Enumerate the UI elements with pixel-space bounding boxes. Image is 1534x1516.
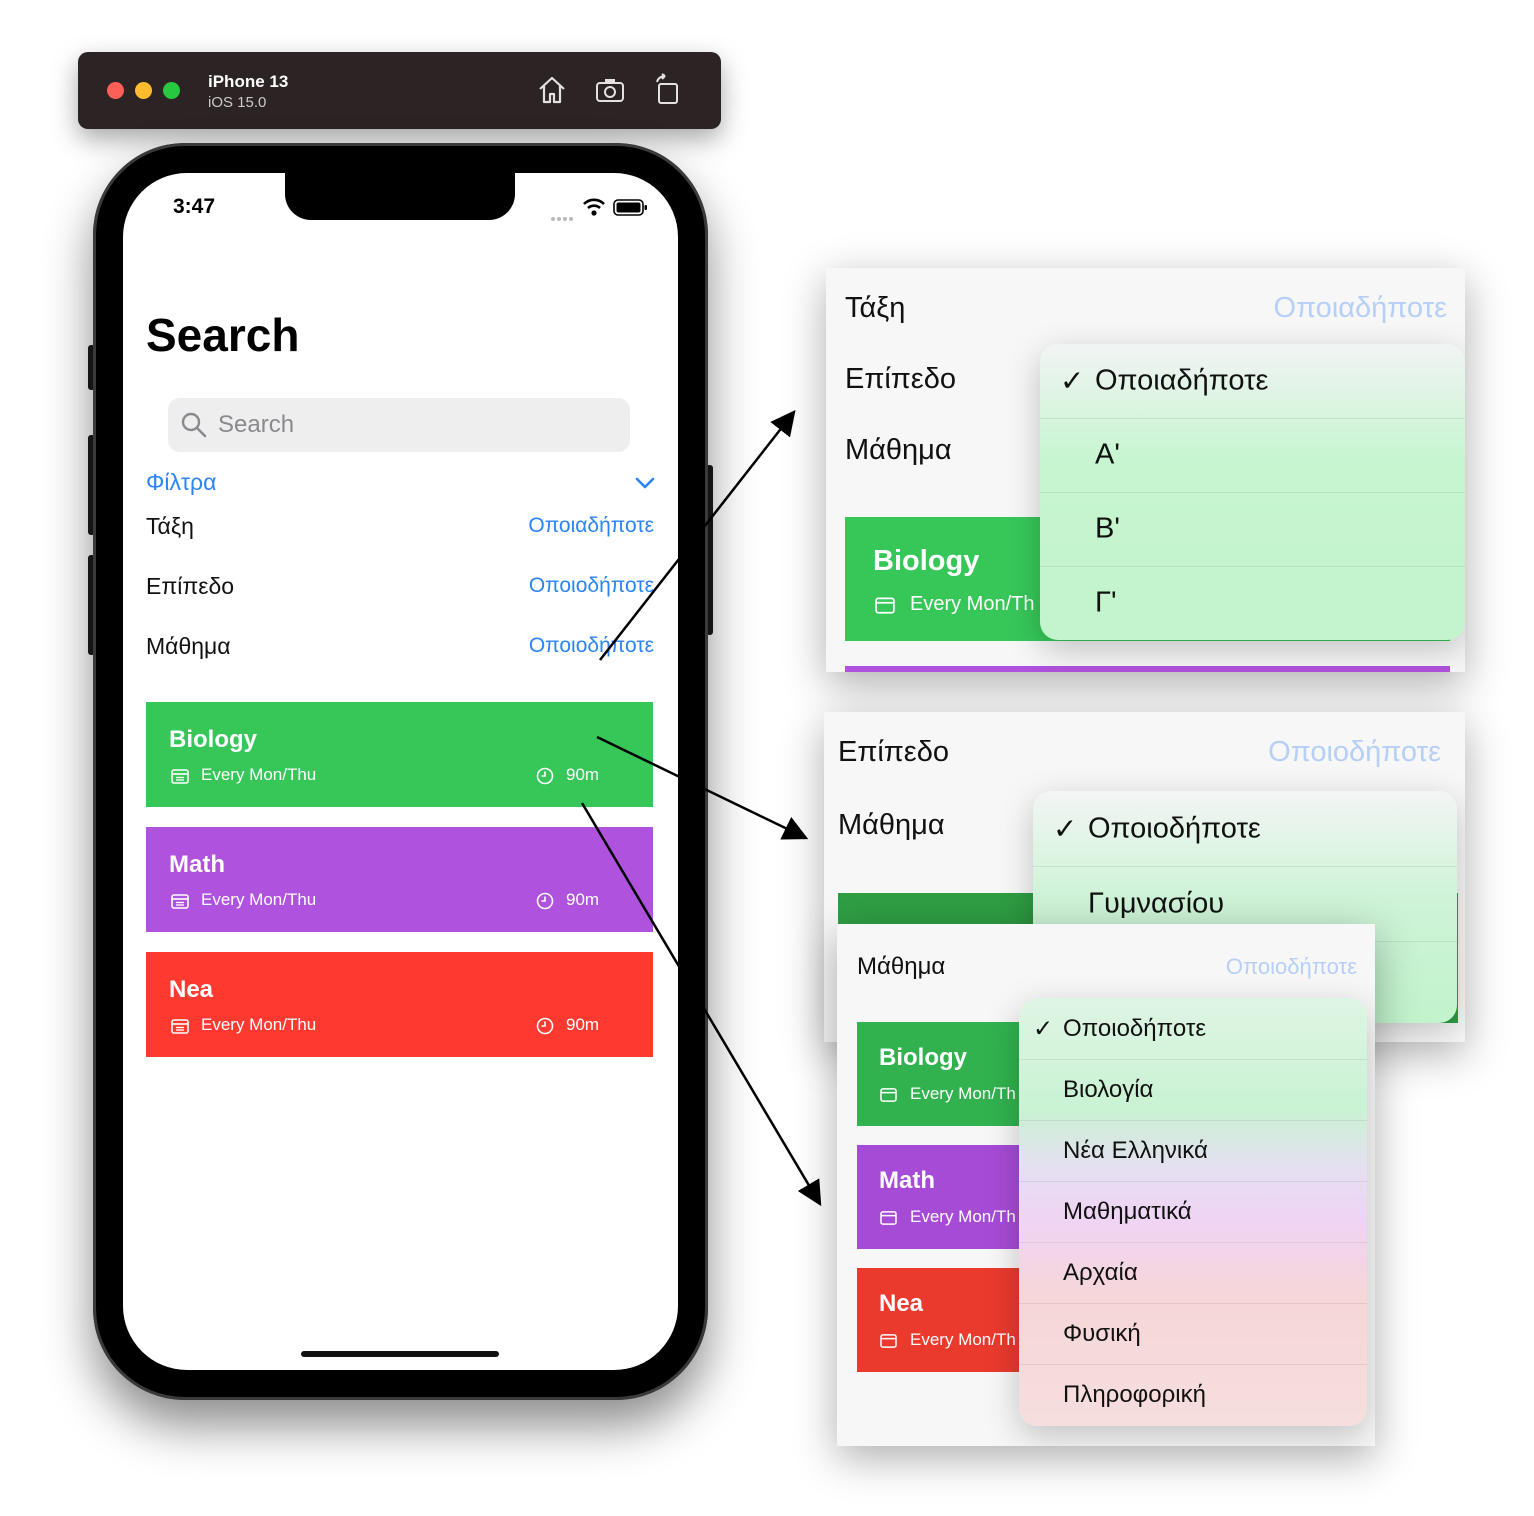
course-title: Biology (879, 1044, 967, 1071)
course-schedule: Every Mon/Thu (201, 765, 317, 784)
course-duration: 90m (566, 765, 600, 784)
menu-item-c[interactable]: Γ' (1040, 566, 1465, 640)
search-placeholder: Search (218, 411, 295, 438)
calendar-icon (171, 768, 189, 789)
menu-item-fysiki[interactable]: Φυσική (1019, 1303, 1367, 1365)
home-icon[interactable] (534, 72, 570, 108)
status-time: 3:47 (173, 195, 216, 218)
panel-label-mathima: Μάθημα (845, 434, 952, 466)
filter-label-taxi: Τάξη (146, 513, 194, 539)
panel-label-taxi: Τάξη (845, 292, 906, 324)
home-indicator[interactable] (301, 1351, 499, 1357)
filter-label-epipedo: Επίπεδο (146, 573, 235, 599)
page-title: Search (146, 309, 300, 361)
course-title: Math (169, 851, 225, 878)
menu-item-pliroforiki[interactable]: Πληροφορική (1019, 1364, 1367, 1426)
course-card-math[interactable]: Math Every Mon/Th (857, 1145, 1037, 1249)
search-icon (180, 411, 208, 444)
rotate-icon[interactable] (650, 72, 686, 108)
filter-label-mathima: Μάθημα (146, 633, 231, 659)
panel-value-epipedo[interactable]: Οποιοδήποτε (1268, 736, 1441, 769)
mathima-dropdown-menu: ✓ Οποιοδήποτε Βιολογία Νέα Ελληνικά Μαθη… (1019, 998, 1367, 1426)
panel-label-epipedo: Επίπεδο (838, 736, 950, 768)
course-card-biology[interactable]: Biology Every Mon/Thu 90m (146, 702, 653, 807)
clock-icon (536, 767, 554, 790)
course-schedule: Every Mon/Thu (201, 1015, 317, 1034)
panel-value-taxi[interactable]: Οποιαδήποτε (1274, 292, 1447, 325)
calendar-icon (171, 1018, 189, 1039)
course-card-nea[interactable]: Nea Every Mon/Th (857, 1268, 1037, 1372)
menu-item-mathimatika[interactable]: Μαθηματικά (1019, 1181, 1367, 1243)
menu-item-any[interactable]: ✓ Οποιοδήποτε (1019, 998, 1367, 1060)
minimize-window-button[interactable] (135, 82, 152, 99)
simulator-title-bar: iPhone 13 iOS 15.0 (78, 52, 721, 129)
chevron-down-icon[interactable] (635, 476, 655, 495)
course-title: Math (879, 1167, 935, 1194)
menu-item-viologia[interactable]: Βιολογία (1019, 1059, 1367, 1121)
filters-header[interactable]: Φίλτρα (146, 469, 216, 496)
course-schedule: Every Mon/Thu (201, 890, 317, 909)
course-schedule: Every Mon/Th (910, 1330, 1016, 1349)
checkmark-icon: ✓ (1060, 365, 1085, 398)
close-window-button[interactable] (107, 82, 124, 99)
calendar-icon (880, 1087, 897, 1107)
course-title: Nea (879, 1290, 924, 1317)
course-title: Biology (169, 726, 257, 753)
wifi-icon (582, 197, 606, 222)
course-title: Nea (169, 976, 214, 1003)
menu-item-archaia[interactable]: Αρχαία (1019, 1242, 1367, 1304)
menu-item-nea-ellinika[interactable]: Νέα Ελληνικά (1019, 1120, 1367, 1182)
simulator-os-version: iOS 15.0 (208, 94, 267, 111)
mathima-picker-panel: Μάθημα Οποιοδήποτε Biology Every Mon/Th … (837, 924, 1375, 1446)
notch (285, 173, 515, 220)
checkmark-icon: ✓ (1053, 813, 1078, 845)
simulator-device-name: iPhone 13 (208, 72, 289, 91)
course-schedule: Every Mon/Th (910, 1207, 1016, 1226)
checkmark-icon: ✓ (1033, 1015, 1054, 1042)
iphone-frame: 3:47 Search Search Φίλτρα Τάξη Οποιαδήπο… (93, 143, 708, 1400)
filter-value-taxi[interactable]: Οποιαδήποτε (528, 514, 654, 538)
menu-item-any[interactable]: ✓ Οποιοδήποτε (1033, 791, 1457, 867)
battery-icon (613, 199, 649, 222)
filter-value-mathima[interactable]: Οποιοδήποτε (529, 634, 654, 658)
phone-screen: 3:47 Search Search Φίλτρα Τάξη Οποιαδήπο… (123, 173, 678, 1370)
signal-icon (550, 209, 576, 227)
taxi-dropdown-menu: ✓ Οποιαδήποτε Α' Β' Γ' (1040, 344, 1465, 640)
menu-item-b[interactable]: Β' (1040, 492, 1465, 567)
course-card-math[interactable]: Math Every Mon/Thu 90m (146, 827, 653, 932)
menu-item-any[interactable]: ✓ Οποιαδήποτε (1040, 344, 1465, 419)
panel-label-mathima: Μάθημα (838, 809, 945, 841)
panel-value-mathima[interactable]: Οποιοδήποτε (1226, 954, 1357, 980)
zoom-window-button[interactable] (163, 82, 180, 99)
panel-label-epipedo: Επίπεδο (845, 363, 957, 395)
screenshot-icon[interactable] (592, 72, 628, 108)
course-card-nea[interactable]: Nea Every Mon/Thu 90m (146, 952, 653, 1057)
course-title: Biology (873, 545, 980, 577)
course-card-math-edge (845, 666, 1450, 672)
calendar-icon (880, 1333, 897, 1353)
course-schedule: Every Mon/Th (910, 1084, 1016, 1103)
course-card-biology[interactable]: Biology Every Mon/Th (857, 1022, 1037, 1126)
search-bar[interactable]: Search (168, 398, 630, 452)
calendar-icon (875, 596, 895, 619)
menu-item-a[interactable]: Α' (1040, 418, 1465, 493)
filter-value-epipedo[interactable]: Οποιοδήποτε (529, 574, 654, 598)
taxi-picker-panel: Τάξη Οποιαδήποτε Επίπεδο Μάθημα Biology … (826, 268, 1465, 672)
course-duration: 90m (566, 1015, 600, 1034)
calendar-icon (880, 1210, 897, 1230)
calendar-icon (171, 893, 189, 914)
clock-icon (536, 892, 554, 915)
course-schedule: Every Mon/Th (910, 593, 1035, 615)
course-duration: 90m (566, 890, 600, 909)
panel-label-mathima: Μάθημα (857, 953, 946, 980)
clock-icon (536, 1017, 554, 1040)
